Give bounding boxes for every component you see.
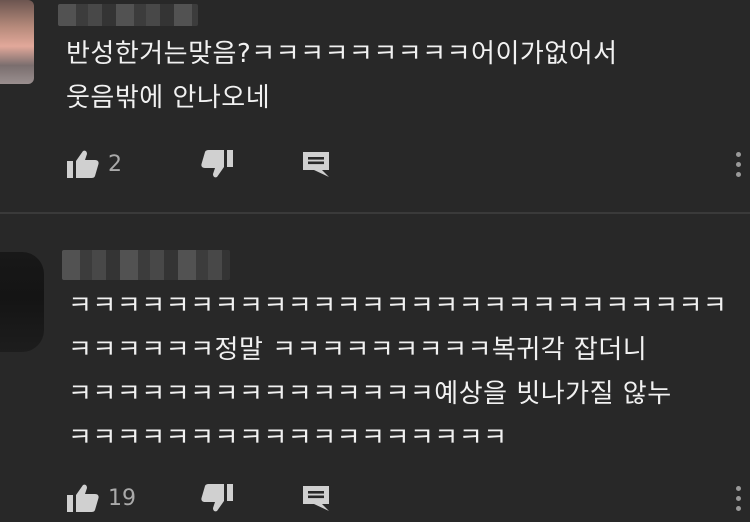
reply-button[interactable]: [300, 144, 332, 184]
username-blurred[interactable]: [62, 250, 230, 280]
reply-comment-icon: [300, 149, 332, 179]
dislike-button[interactable]: [200, 478, 234, 518]
comment-line: 웃음밖에 안나오네: [66, 83, 271, 113]
thumb-down-icon: [200, 483, 234, 513]
avatar[interactable]: [0, 252, 44, 352]
comment-line: ㅋㅋㅋㅋㅋㅋ정말 ㅋㅋㅋㅋㅋㅋㅋㅋㅋ복귀각 잡더니: [68, 335, 648, 365]
comment-line: ㅋㅋㅋㅋㅋㅋㅋㅋㅋㅋㅋㅋㅋㅋㅋㅋㅋㅋ: [68, 423, 508, 453]
reply-button[interactable]: [300, 478, 332, 518]
like-count: 2: [108, 151, 122, 177]
comment-line: 반성한거는맞음?ㅋㅋㅋㅋㅋㅋㅋㅋㅋ어이가없어서: [66, 39, 618, 69]
like-button[interactable]: 19: [66, 478, 136, 518]
comment-item: ㅋㅋㅋㅋㅋㅋㅋㅋㅋㅋㅋㅋㅋㅋㅋㅋㅋㅋㅋㅋㅋㅋㅋㅋㅋㅋㅋ ㅋㅋㅋㅋㅋㅋ정말 ㅋㅋㅋ…: [0, 214, 750, 522]
thumb-down-icon: [200, 149, 234, 179]
like-button[interactable]: 2: [66, 144, 122, 184]
dislike-button[interactable]: [200, 144, 234, 184]
thumb-up-icon: [66, 149, 100, 179]
comment-line: ㅋㅋㅋㅋㅋㅋㅋㅋㅋㅋㅋㅋㅋㅋㅋ예상을 빗나가질 않누: [68, 379, 672, 409]
thumb-up-icon: [66, 483, 100, 513]
comment-actions: 19: [0, 478, 750, 518]
comment-text: 반성한거는맞음?ㅋㅋㅋㅋㅋㅋㅋㅋㅋ어이가없어서 웃음밖에 안나오네: [66, 32, 618, 120]
comment-item: 반성한거는맞음?ㅋㅋㅋㅋㅋㅋㅋㅋㅋ어이가없어서 웃음밖에 안나오네 2: [0, 0, 750, 213]
more-vertical-icon: [735, 151, 741, 177]
avatar[interactable]: [0, 0, 34, 84]
like-count: 19: [108, 485, 136, 511]
more-options-button[interactable]: [726, 478, 750, 518]
username-blurred[interactable]: [58, 4, 198, 26]
comment-actions: 2: [0, 144, 750, 184]
comment-text: ㅋㅋㅋㅋㅋㅋㅋㅋㅋㅋㅋㅋㅋㅋㅋㅋㅋㅋㅋㅋㅋㅋㅋㅋㅋㅋㅋ ㅋㅋㅋㅋㅋㅋ정말 ㅋㅋㅋ…: [68, 284, 727, 460]
reply-comment-icon: [300, 483, 332, 513]
more-options-button[interactable]: [726, 144, 750, 184]
comment-line: ㅋㅋㅋㅋㅋㅋㅋㅋㅋㅋㅋㅋㅋㅋㅋㅋㅋㅋㅋㅋㅋㅋㅋㅋㅋㅋㅋ: [68, 291, 728, 321]
more-vertical-icon: [735, 485, 741, 511]
